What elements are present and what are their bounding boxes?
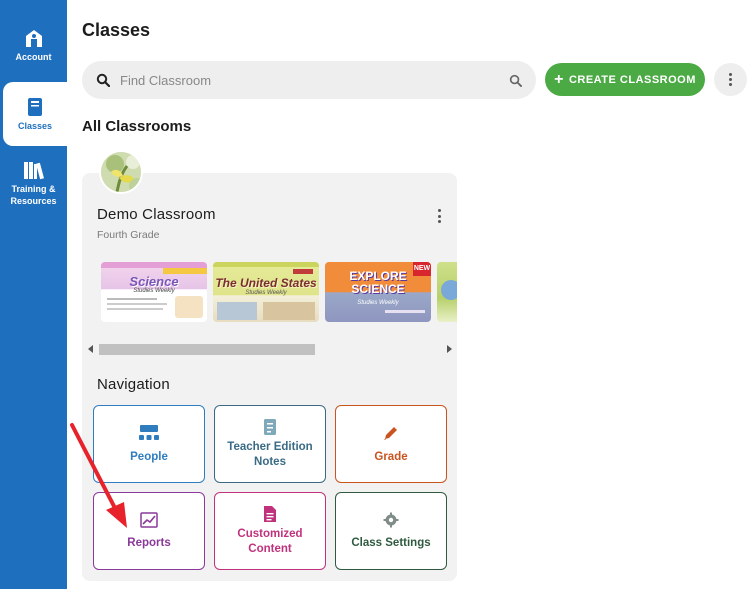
pencil-icon xyxy=(384,426,397,440)
nav-tile-label: Teacher Edition Notes xyxy=(227,441,313,468)
gear-icon xyxy=(383,512,399,527)
sidebar-item-classes[interactable]: Classes xyxy=(3,82,67,146)
book-card-united-states[interactable]: The United States Studies Weekly xyxy=(213,262,319,322)
document-icon xyxy=(264,506,276,522)
book-title: Science xyxy=(129,274,179,289)
plus-icon: + xyxy=(554,70,564,88)
classroom-grade: Fourth Grade xyxy=(97,229,160,241)
nav-tile-label: People xyxy=(130,450,168,463)
account-icon xyxy=(25,30,42,47)
sidebar-item-label: Classes xyxy=(17,120,53,131)
more-vertical-icon xyxy=(729,73,732,86)
navigation-title: Navigation xyxy=(97,376,170,393)
chart-icon xyxy=(140,511,158,528)
scroll-right-icon[interactable] xyxy=(447,345,452,353)
nav-tile-label: Class Settings xyxy=(351,536,431,549)
notes-icon xyxy=(264,419,276,435)
scrollbar-thumb[interactable] xyxy=(99,344,315,355)
create-classroom-label: CREATE CLASSROOM xyxy=(568,73,696,86)
book-title: EXPLORE SCIENCE xyxy=(349,269,407,296)
sidebar-item-account[interactable]: Account xyxy=(0,28,67,63)
book-subtitle: Studies Weekly xyxy=(245,290,287,296)
nav-tile-grade[interactable]: Grade xyxy=(335,405,447,483)
book-card-explore-science[interactable]: NEW EXPLORE SCIENCE Studies Weekly xyxy=(325,262,431,322)
classroom-name[interactable]: Demo Classroom xyxy=(97,206,216,223)
books-icon xyxy=(23,162,44,180)
book-title: The United States xyxy=(215,276,317,290)
nav-tile-class-settings[interactable]: Class Settings xyxy=(335,492,447,570)
book-card-science[interactable]: Science Studies Weekly xyxy=(101,262,207,322)
classroom-menu-icon[interactable] xyxy=(432,207,446,225)
nav-tile-people[interactable]: People xyxy=(93,405,205,483)
scroll-left-icon[interactable] xyxy=(88,345,93,353)
nav-tile-reports[interactable]: Reports xyxy=(93,492,205,570)
create-classroom-button[interactable]: + CREATE CLASSROOM xyxy=(545,63,705,96)
more-options-button[interactable] xyxy=(714,63,747,96)
search-submit-icon[interactable] xyxy=(509,74,522,87)
book-subtitle: Studies Weekly xyxy=(133,288,175,294)
book-icon xyxy=(28,97,42,116)
carousel-scrollbar[interactable] xyxy=(86,342,454,356)
search-bar xyxy=(82,61,536,99)
search-icon xyxy=(96,73,110,87)
nav-tile-label: Reports xyxy=(127,536,171,549)
sidebar: Account Classes Training & Resources xyxy=(0,0,67,589)
nav-tile-customized-content[interactable]: Customized Content xyxy=(214,492,326,570)
people-icon xyxy=(139,424,159,440)
nav-tile-label: Grade xyxy=(374,450,408,463)
classroom-avatar xyxy=(99,150,143,194)
books-carousel: Science Studies Weekly The United States… xyxy=(99,262,457,322)
sidebar-item-label: Account xyxy=(15,52,52,62)
nav-tile-teacher-edition-notes[interactable]: Teacher Edition Notes xyxy=(214,405,326,483)
book-subtitle: Studies Weekly xyxy=(357,300,399,306)
section-title: All Classrooms xyxy=(82,118,192,135)
nav-tile-label: Customized Content xyxy=(237,528,303,555)
book-card-partial[interactable] xyxy=(437,262,457,322)
sidebar-item-training[interactable]: Training & Resources xyxy=(0,160,67,207)
page-title: Classes xyxy=(82,20,151,40)
search-input[interactable] xyxy=(120,72,509,88)
sidebar-item-label: Training & Resources xyxy=(10,184,57,206)
